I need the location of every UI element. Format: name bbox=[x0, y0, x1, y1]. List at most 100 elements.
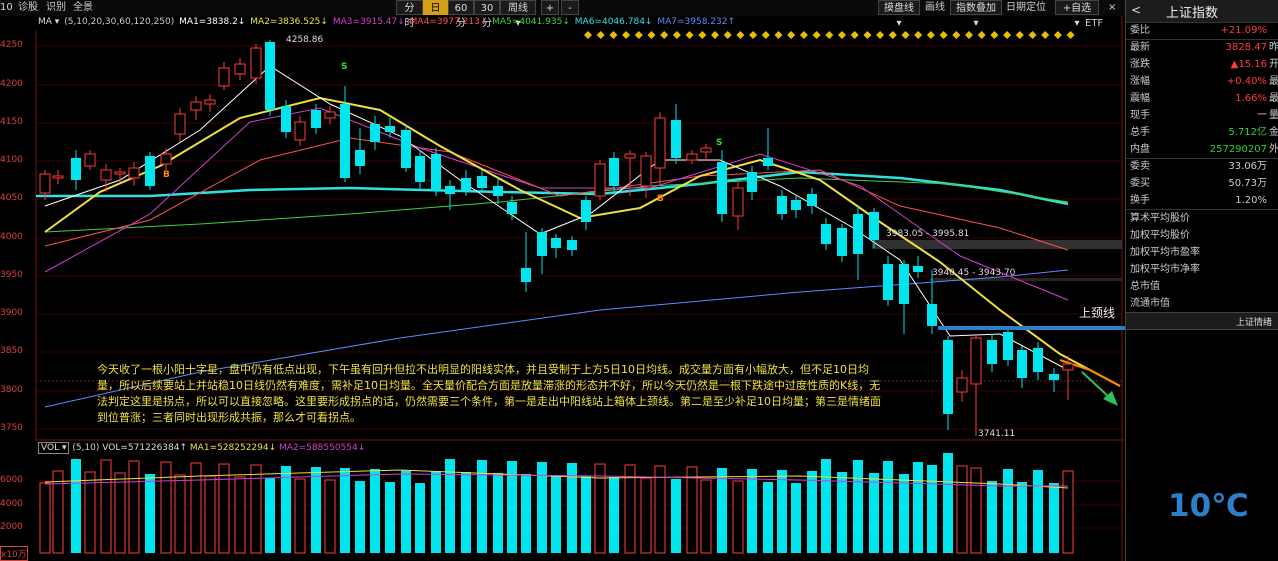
band-label-upper: 3983.05 - 3995.81 bbox=[886, 229, 970, 239]
event-diamond bbox=[711, 31, 719, 39]
candle-body-down bbox=[551, 238, 561, 248]
candle-body-up bbox=[654, 117, 666, 169]
volume-bar-up bbox=[114, 472, 126, 554]
volume-bar-down bbox=[987, 481, 997, 553]
volume-bar-down bbox=[385, 482, 395, 553]
volume-bar-down bbox=[671, 479, 681, 553]
quote-row: 委比 +21.09% bbox=[1130, 25, 1267, 36]
event-diamond bbox=[926, 31, 935, 39]
sentiment-header[interactable]: 上证情绪 bbox=[1126, 312, 1278, 330]
candle-body-down bbox=[445, 186, 455, 194]
candle-body-up bbox=[84, 153, 96, 167]
volume-bar-down bbox=[355, 481, 365, 553]
quote-row: 震幅 1.66% 最 bbox=[1130, 93, 1278, 104]
candle-body-down bbox=[385, 126, 395, 132]
candle-body-up bbox=[594, 163, 606, 197]
candle-body-down bbox=[853, 214, 863, 254]
event-diamond bbox=[1066, 31, 1075, 39]
panel-header: < 上证指数 bbox=[1126, 0, 1278, 23]
quote-row: 现手一量 bbox=[1130, 110, 1278, 121]
candle-body-up bbox=[100, 169, 112, 181]
candle-body-down bbox=[415, 156, 425, 182]
candle-body-down bbox=[777, 196, 787, 214]
candle-body-down bbox=[671, 120, 681, 158]
volume-bar-down bbox=[807, 471, 817, 553]
event-diamond bbox=[850, 31, 859, 39]
volume-bar-down bbox=[431, 471, 441, 553]
candle-body-down bbox=[987, 340, 997, 364]
event-diamond bbox=[812, 31, 821, 39]
candle-body-down bbox=[807, 194, 817, 206]
info-row: 加权平均股价 bbox=[1130, 230, 1190, 241]
candle-body-down bbox=[461, 178, 471, 190]
event-diamond bbox=[634, 31, 643, 39]
volume-bar-up bbox=[324, 479, 336, 554]
buy-signal-marker: B bbox=[163, 170, 170, 180]
candle-body-up bbox=[700, 147, 712, 153]
volume-selector[interactable]: VOL ▾ bbox=[38, 442, 70, 454]
sell-signal-marker: S bbox=[716, 138, 723, 148]
event-diamond bbox=[622, 31, 631, 39]
info-row: 加权平均市盈率 bbox=[1130, 247, 1200, 258]
candle-body-up bbox=[732, 187, 744, 217]
volume-bar-down bbox=[477, 460, 487, 553]
volume-bar-down bbox=[1049, 483, 1059, 553]
volume-bar-up bbox=[700, 479, 712, 554]
volume-ma1: MA1=528252294↓ bbox=[189, 443, 277, 453]
volume-axis-tick: 2000 bbox=[0, 522, 23, 532]
volume-bar-up bbox=[654, 465, 666, 554]
quote-row: 委买 50.73万 bbox=[1130, 178, 1267, 189]
candle-body-down bbox=[340, 104, 350, 178]
event-markers bbox=[584, 31, 1075, 39]
volume-bars bbox=[39, 453, 1074, 554]
event-diamond bbox=[774, 31, 783, 39]
index-title: 上证指数 bbox=[1166, 6, 1219, 21]
quote-row: 内盘 257290207 外 bbox=[1130, 144, 1278, 155]
candle-body-down bbox=[145, 156, 155, 186]
candle-body-up bbox=[174, 113, 186, 135]
candle-body-down bbox=[581, 200, 591, 222]
event-diamond bbox=[1015, 31, 1024, 39]
event-diamond bbox=[876, 31, 885, 39]
candle-body-down bbox=[493, 186, 503, 196]
event-diamond bbox=[647, 31, 656, 39]
sentiment-temperature: 10℃ bbox=[1168, 488, 1249, 524]
back-icon[interactable]: < bbox=[1131, 3, 1141, 17]
event-diamond bbox=[723, 31, 732, 39]
volume-bar-down bbox=[265, 478, 275, 553]
analysis-note: 今天收了一根小阳十字星，盘中仍有低点出现，下午虽有回升但拉不出明显的阳线实体，并… bbox=[97, 363, 881, 424]
candle-body-down bbox=[791, 200, 801, 210]
volume-bar-up bbox=[294, 478, 306, 554]
event-diamond bbox=[660, 31, 669, 39]
candle-body-up bbox=[39, 173, 51, 194]
event-diamond bbox=[736, 31, 745, 39]
event-diamond bbox=[799, 31, 808, 39]
candle-body-down bbox=[747, 172, 757, 192]
candlestick-chart[interactable] bbox=[0, 0, 1125, 561]
candle-body-down bbox=[1003, 332, 1013, 360]
volume-bar-up bbox=[732, 480, 744, 554]
candle-body-up bbox=[294, 121, 306, 141]
event-diamond bbox=[1003, 31, 1012, 39]
volume-bar-up bbox=[594, 463, 606, 554]
volume-bar-down bbox=[415, 483, 425, 553]
candle-body-up bbox=[190, 101, 202, 111]
buy-signal-marker: B bbox=[657, 194, 664, 204]
volume-bar-down bbox=[311, 467, 321, 553]
event-diamond bbox=[939, 31, 948, 39]
candle-body-down bbox=[1049, 374, 1059, 380]
volume-bar-up bbox=[100, 459, 112, 554]
volume-bar-down bbox=[370, 469, 380, 553]
event-diamond bbox=[825, 31, 834, 39]
candle-body-down bbox=[265, 42, 275, 110]
volume-bar-up bbox=[39, 482, 51, 554]
event-diamond bbox=[584, 31, 592, 39]
volume-bar-down bbox=[821, 459, 831, 553]
volume-bar-down bbox=[791, 483, 801, 553]
volume-bar-down bbox=[899, 474, 909, 553]
volume-bar-down bbox=[145, 474, 155, 553]
volume-bar-down bbox=[581, 476, 591, 553]
quote-row: 涨幅 +0.40% 最 bbox=[1130, 76, 1278, 87]
volume-bar-down bbox=[493, 473, 503, 553]
volume-axis-tick: 4000 bbox=[0, 499, 23, 509]
